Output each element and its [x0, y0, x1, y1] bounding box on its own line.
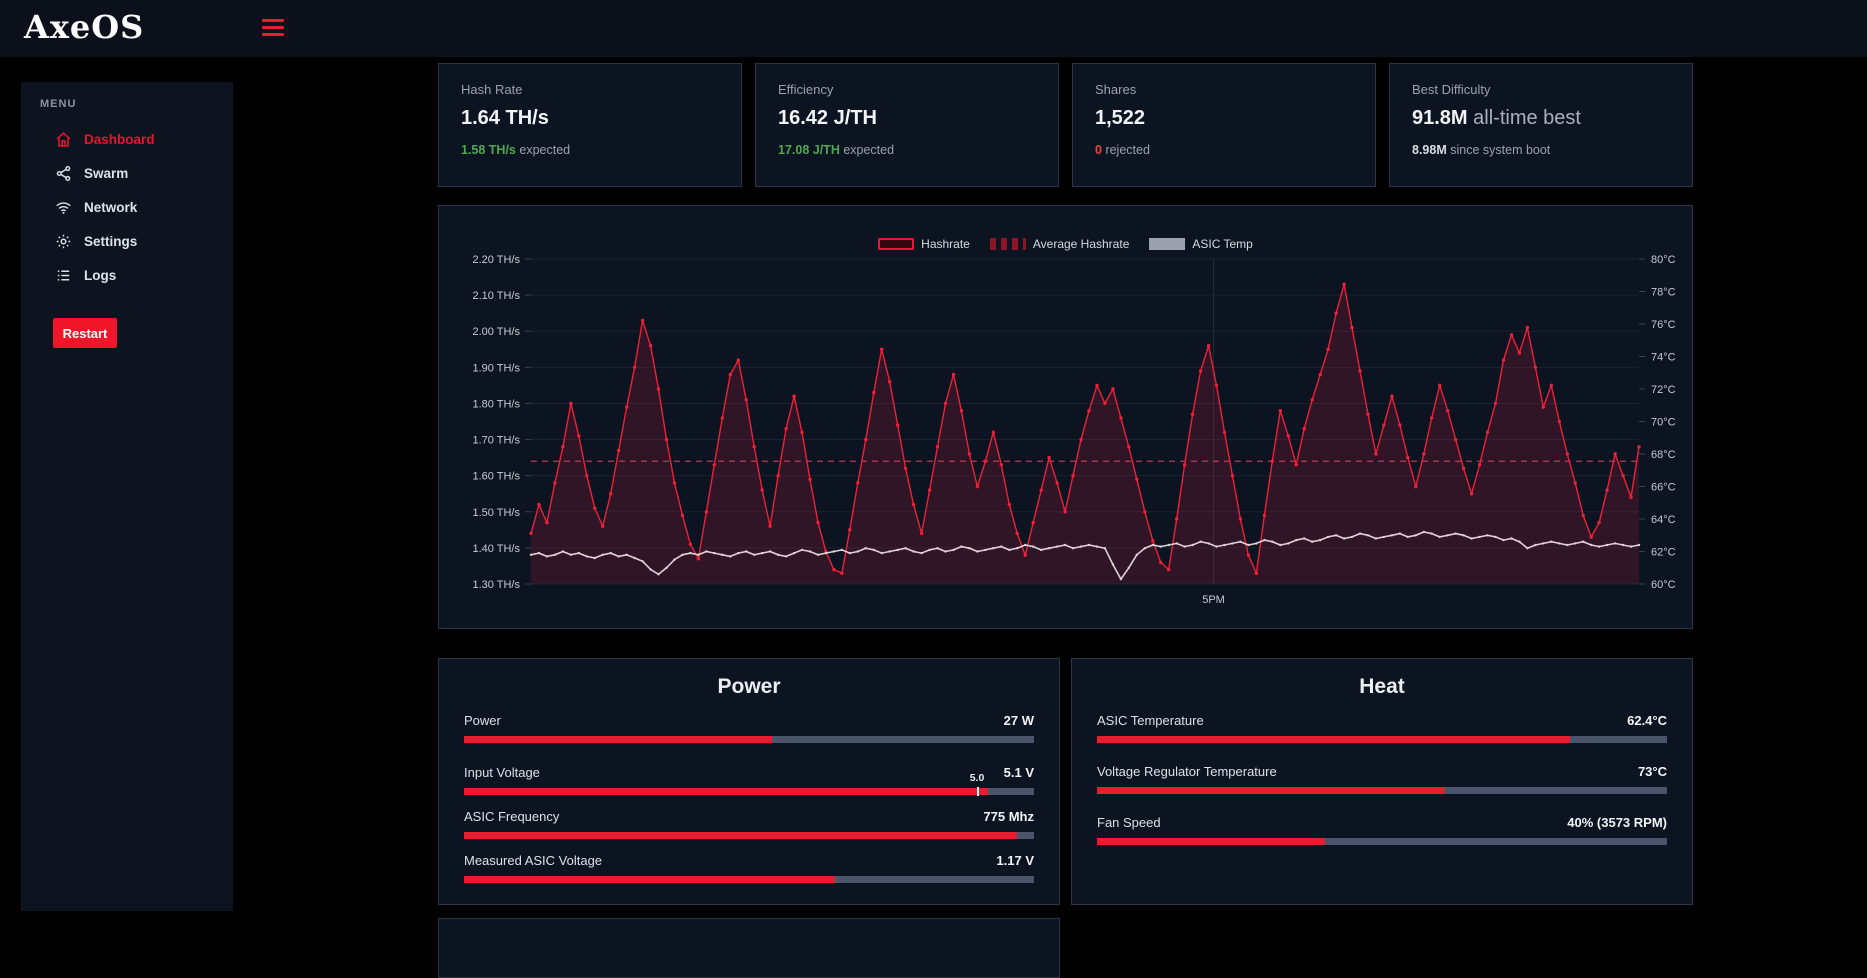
hashrate-temp-chart: 2.20 TH/s 2.10 TH/s 2.00 TH/s 1.90 TH/s 1.80… [439, 206, 1692, 628]
card-subtext: 17.08 J/TH expected [778, 143, 1036, 157]
sidebar-item-label: Logs [84, 268, 116, 283]
next-panel-partial [438, 918, 1060, 978]
stat-cards-row: Hash Rate 1.64 TH/s 1.58 TH/s expected E… [438, 63, 1693, 187]
card-value: 1,522 [1095, 107, 1353, 130]
voltage-regulator-progress-bar [1097, 787, 1667, 794]
svg-text:1.90 TH/s: 1.90 TH/s [473, 362, 521, 374]
wifi-icon [55, 199, 72, 216]
heat-panel-title: Heat [1097, 675, 1667, 699]
svg-text:1.70 TH/s: 1.70 TH/s [473, 435, 521, 447]
sidebar-item-swarm[interactable]: Swarm [21, 156, 233, 190]
heat-panel: Heat ASIC Temperature62.4°C Voltage Regu… [1071, 658, 1693, 905]
power-progress-bar [464, 736, 1034, 743]
card-value: 16.42 J/TH [778, 107, 1036, 130]
sidebar-item-dashboard[interactable]: Dashboard [21, 122, 233, 156]
fan-speed-row: Fan Speed40% (3573 RPM) [1097, 815, 1667, 845]
asic-temperature-row: ASIC Temperature62.4°C [1097, 713, 1667, 743]
svg-text:64°C: 64°C [1651, 514, 1676, 526]
svg-text:76°C: 76°C [1651, 319, 1676, 331]
hash-rate-card: Hash Rate 1.64 TH/s 1.58 TH/s expected [438, 63, 742, 187]
svg-text:70°C: 70°C [1651, 417, 1676, 429]
sidebar-item-logs[interactable]: Logs [21, 258, 233, 292]
hashrate-chart-panel: Hashrate Average Hashrate ASIC Temp 2.20… [438, 205, 1693, 629]
home-icon [55, 131, 72, 148]
sidebar-item-label: Network [84, 200, 137, 215]
sidebar-item-settings[interactable]: Settings [21, 224, 233, 258]
power-row: Power27 W [464, 713, 1034, 743]
power-panel: Power Power27 W Input Voltage5.1 V 5.0 A… [438, 658, 1060, 905]
card-subtext: 0 rejected [1095, 143, 1353, 157]
best-difficulty-card: Best Difficulty 91.8M all-time best 8.98… [1389, 63, 1693, 187]
measured-asic-voltage-progress-bar [464, 876, 1034, 883]
card-subtext: 1.58 TH/s expected [461, 143, 719, 157]
sidebar-nav: Dashboard Swarm Network Settings Logs [21, 122, 233, 292]
sidebar-item-label: Settings [84, 234, 137, 249]
svg-text:2.20 TH/s: 2.20 TH/s [473, 254, 521, 266]
card-value: 91.8M all-time best [1412, 107, 1670, 130]
gear-icon [55, 233, 72, 250]
sidebar-item-label: Dashboard [84, 132, 155, 147]
hamburger-menu-icon[interactable] [262, 19, 284, 36]
list-icon [55, 267, 72, 284]
sidebar: MENU Dashboard Swarm Network Settings [21, 82, 233, 911]
svg-text:1.40 TH/s: 1.40 TH/s [473, 543, 521, 555]
top-bar: AxeOS [0, 0, 1867, 57]
sidebar-item-network[interactable]: Network [21, 190, 233, 224]
asic-temperature-progress-bar [1097, 736, 1667, 743]
power-panel-title: Power [464, 675, 1034, 699]
card-value: 1.64 TH/s [461, 107, 719, 130]
svg-text:1.30 TH/s: 1.30 TH/s [473, 579, 521, 591]
svg-text:1.50 TH/s: 1.50 TH/s [473, 507, 521, 519]
svg-text:2.10 TH/s: 2.10 TH/s [473, 290, 521, 302]
shares-card: Shares 1,522 0 rejected [1072, 63, 1376, 187]
card-label: Hash Rate [461, 82, 719, 97]
svg-text:66°C: 66°C [1651, 482, 1676, 494]
fan-speed-progress-bar [1097, 838, 1667, 845]
card-label: Shares [1095, 82, 1353, 97]
svg-text:2.00 TH/s: 2.00 TH/s [473, 326, 521, 338]
svg-text:74°C: 74°C [1651, 352, 1676, 364]
svg-text:5PM: 5PM [1202, 594, 1225, 606]
asic-frequency-progress-bar [464, 832, 1034, 839]
card-label: Best Difficulty [1412, 82, 1670, 97]
svg-text:72°C: 72°C [1651, 384, 1676, 396]
svg-text:1.80 TH/s: 1.80 TH/s [473, 398, 521, 410]
svg-text:78°C: 78°C [1651, 287, 1676, 299]
input-voltage-progress-bar: 5.0 [464, 788, 1034, 795]
voltage-regulator-temperature-row: Voltage Regulator Temperature73°C [1097, 764, 1667, 794]
svg-text:60°C: 60°C [1651, 579, 1676, 591]
card-label: Efficiency [778, 82, 1036, 97]
restart-button[interactable]: Restart [53, 318, 117, 348]
svg-text:68°C: 68°C [1651, 449, 1676, 461]
nominal-voltage-label: 5.0 [970, 772, 985, 784]
svg-text:62°C: 62°C [1651, 547, 1676, 559]
sidebar-section-label: MENU [40, 98, 233, 110]
sidebar-item-label: Swarm [84, 166, 128, 181]
svg-text:1.60 TH/s: 1.60 TH/s [473, 471, 521, 483]
efficiency-card: Efficiency 16.42 J/TH 17.08 J/TH expecte… [755, 63, 1059, 187]
svg-text:80°C: 80°C [1651, 254, 1676, 266]
share-icon [55, 165, 72, 182]
input-voltage-row: Input Voltage5.1 V 5.0 [464, 765, 1034, 795]
measured-asic-voltage-row: Measured ASIC Voltage1.17 V [464, 853, 1034, 883]
nominal-voltage-marker [977, 787, 979, 796]
asic-frequency-row: ASIC Frequency775 Mhz [464, 809, 1034, 839]
axeos-logo: AxeOS [24, 8, 144, 46]
card-subtext: 8.98M since system boot [1412, 143, 1670, 157]
